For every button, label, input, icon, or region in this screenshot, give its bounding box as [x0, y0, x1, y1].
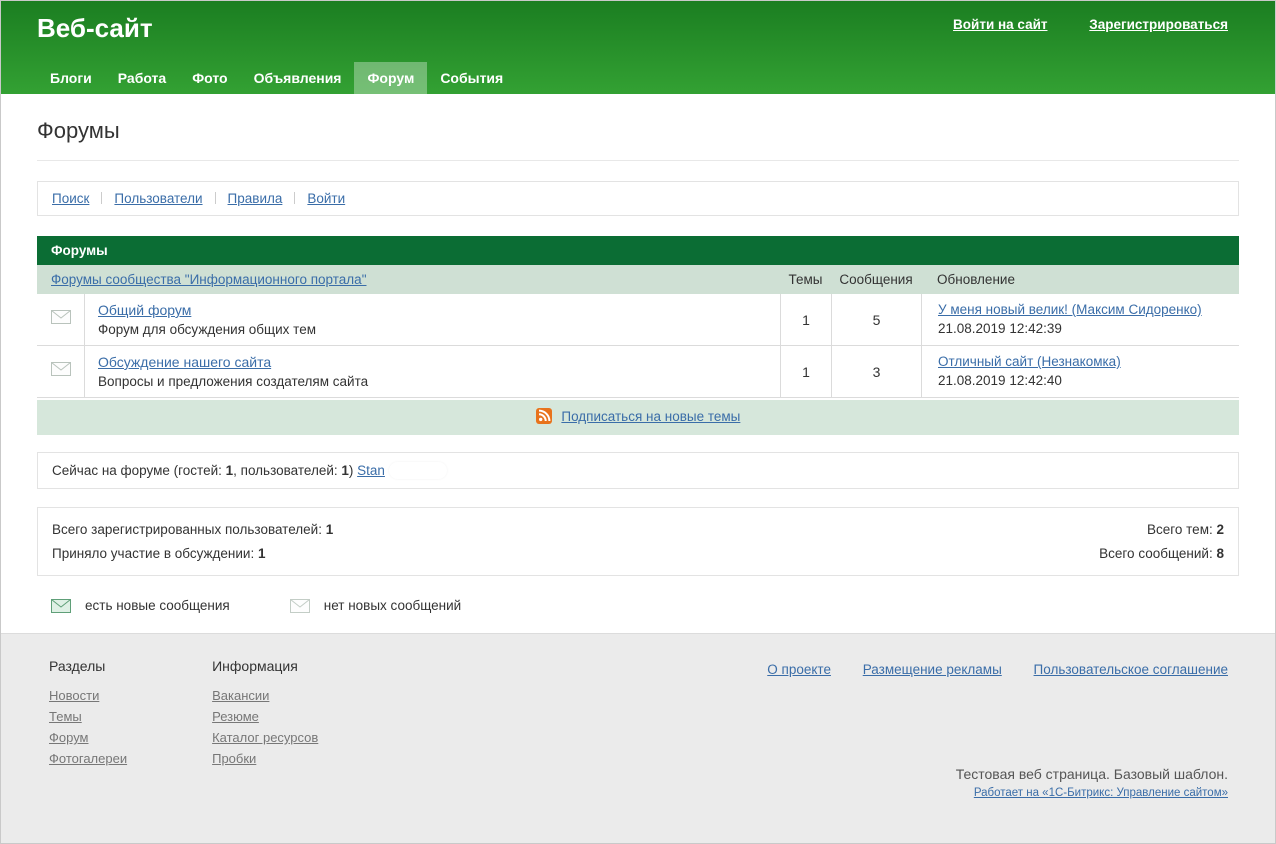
footer-link-news[interactable]: Новости: [49, 688, 99, 703]
footer-link-resume[interactable]: Резюме: [212, 709, 259, 724]
forum-stats-box: Всего зарегистрированных пользователей: …: [37, 507, 1239, 576]
header-auth-links: Войти на сайт Зарегистрироваться: [915, 17, 1228, 32]
footer-link-catalog[interactable]: Каталог ресурсов: [212, 730, 318, 745]
forum-table-header: Форумы: [37, 236, 1239, 265]
no-new-messages-envelope-icon: [51, 310, 71, 327]
forum-toolbar: Поиск Пользователи Правила Войти: [37, 181, 1239, 216]
footer-link-photogalleries[interactable]: Фотогалереи: [49, 751, 127, 766]
new-messages-envelope-icon: [51, 599, 71, 613]
registered-users-stat: Всего зарегистрированных пользователей: …: [52, 518, 333, 542]
toolbar-search-link[interactable]: Поиск: [52, 191, 89, 206]
footer-note: Тестовая веб страница. Базовый шаблон. Р…: [956, 766, 1228, 799]
stats-left: Всего зарегистрированных пользователей: …: [52, 518, 333, 565]
powered-by-link[interactable]: Работает на «1С-Битрикс: Управление сайт…: [974, 787, 1228, 799]
participated-stat: Приняло участие в обсуждении: 1: [52, 542, 333, 566]
page: Веб-сайт Войти на сайт Зарегистрироватьс…: [0, 0, 1276, 844]
footer-agreement-link[interactable]: Пользовательское соглашение: [1034, 662, 1228, 677]
rss-subscribe-row: Подписаться на новые темы: [37, 400, 1239, 435]
envelope-legend: есть новые сообщения нет новых сообщений: [37, 598, 1239, 613]
forum-link[interactable]: Общий форум: [98, 302, 191, 318]
no-new-messages-envelope-icon: [51, 362, 71, 379]
topics-count: 1: [780, 294, 831, 345]
legend-no-new-messages-label: нет новых сообщений: [324, 598, 461, 613]
legend-no-new-messages: нет новых сообщений: [290, 598, 461, 613]
last-post-link[interactable]: Отличный сайт (Незнакомка): [938, 354, 1121, 369]
rss-subscribe-link[interactable]: Подписаться на новые темы: [561, 409, 740, 424]
footer-sections-title: Разделы: [49, 658, 127, 674]
users-count: 1: [341, 463, 349, 478]
total-messages-stat: Всего сообщений: 8: [1099, 542, 1224, 566]
footer-advertising-link[interactable]: Размещение рекламы: [863, 662, 1002, 677]
legend-new-messages: есть новые сообщения: [51, 598, 230, 613]
page-title: Форумы: [37, 94, 1239, 161]
forum-description: Форум для обсуждения общих тем: [98, 322, 767, 337]
login-link[interactable]: Войти на сайт: [953, 17, 1047, 32]
last-post-date: 21.08.2019 12:42:40: [938, 373, 1225, 388]
separator: [101, 192, 102, 204]
toolbar-login-link[interactable]: Войти: [307, 191, 345, 206]
messages-count: 5: [831, 294, 921, 345]
rss-icon: [536, 412, 556, 427]
footer-sections-column: Разделы Новости Темы Форум Фотогалереи: [49, 658, 127, 772]
column-header-updated: Обновление: [921, 272, 1241, 287]
nav-item-blogs[interactable]: Блоги: [37, 62, 105, 94]
footer-link-topics[interactable]: Темы: [49, 709, 82, 724]
footer-top-links: О проекте Размещение рекламы Пользовател…: [739, 662, 1228, 677]
forum-link[interactable]: Обсуждение нашего сайта: [98, 354, 271, 370]
online-now-box: Сейчас на форуме (гостей: 1, пользовател…: [37, 452, 1239, 489]
column-header-topics: Темы: [780, 272, 831, 287]
topics-count: 1: [780, 346, 831, 397]
register-link[interactable]: Зарегистрироваться: [1089, 17, 1228, 32]
legend-new-messages-label: есть новые сообщения: [85, 598, 230, 613]
nav-item-events[interactable]: События: [427, 62, 516, 94]
total-topics-stat: Всего тем: 2: [1099, 518, 1224, 542]
forum-group-row: Форумы сообщества "Информационного порта…: [37, 265, 1239, 294]
footer-link-traffic[interactable]: Пробки: [212, 751, 256, 766]
no-new-messages-envelope-icon: [290, 599, 310, 613]
forum-table: Форумы Форумы сообщества "Информационног…: [37, 236, 1239, 435]
nav-item-ads[interactable]: Объявления: [241, 62, 355, 94]
main-nav: Блоги Работа Фото Объявления Форум Событ…: [37, 62, 516, 94]
last-post-link[interactable]: У меня новый велик! (Максим Сидоренко): [938, 302, 1202, 317]
site-footer: Разделы Новости Темы Форум Фотогалереи И…: [1, 633, 1275, 843]
nav-item-forum[interactable]: Форум: [354, 62, 427, 94]
footer-note-text: Тестовая веб страница. Базовый шаблон.: [956, 766, 1228, 782]
footer-link-forum[interactable]: Форум: [49, 730, 89, 745]
footer-link-vacancies[interactable]: Вакансии: [212, 688, 269, 703]
forum-row: Общий форум Форум для обсуждения общих т…: [37, 294, 1239, 346]
forum-row: Обсуждение нашего сайта Вопросы и предло…: [37, 346, 1239, 398]
separator: [294, 192, 295, 204]
nav-item-work[interactable]: Работа: [105, 62, 179, 94]
nav-item-photo[interactable]: Фото: [179, 62, 240, 94]
toolbar-users-link[interactable]: Пользователи: [114, 191, 202, 206]
stats-right: Всего тем: 2 Всего сообщений: 8: [1099, 518, 1224, 565]
main-content: Форумы Поиск Пользователи Правила Войти Фор…: [1, 94, 1275, 633]
online-now-text: Сейчас на форуме (гостей: 1, пользовател…: [52, 463, 357, 478]
toolbar-rules-link[interactable]: Правила: [228, 191, 283, 206]
redaction-blob: [389, 462, 447, 479]
site-title: Веб-сайт: [37, 13, 153, 44]
footer-info-column: Информация Вакансии Резюме Каталог ресур…: [212, 658, 318, 772]
forum-description: Вопросы и предложения создателям сайта: [98, 374, 767, 389]
last-post-date: 21.08.2019 12:42:39: [938, 321, 1225, 336]
forum-group-link[interactable]: Форумы сообщества "Информационного порта…: [51, 272, 366, 287]
footer-info-title: Информация: [212, 658, 318, 674]
column-header-messages: Сообщения: [831, 272, 921, 287]
separator: [215, 192, 216, 204]
online-user-link[interactable]: Stan: [357, 463, 385, 478]
messages-count: 3: [831, 346, 921, 397]
site-header: Веб-сайт Войти на сайт Зарегистрироватьс…: [1, 1, 1275, 94]
footer-about-link[interactable]: О проекте: [767, 662, 831, 677]
